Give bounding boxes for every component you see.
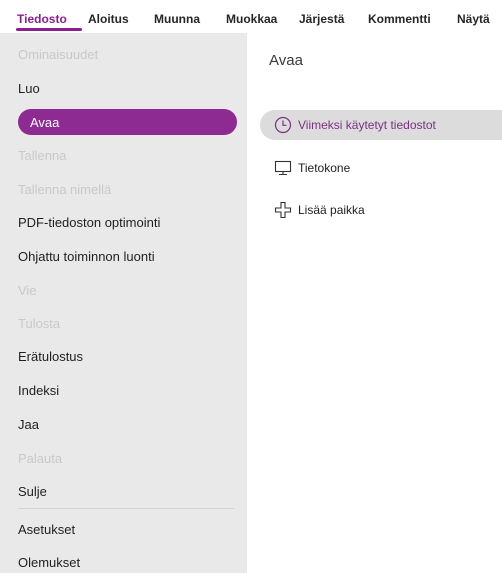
computer-icon bbox=[274, 159, 292, 177]
nav-item-avaa[interactable]: Avaa bbox=[18, 109, 237, 135]
nav-divider bbox=[18, 508, 234, 509]
nav-item-ominaisuudet: Ominaisuudet bbox=[18, 47, 99, 62]
place-add[interactable]: Lisää paikka bbox=[274, 199, 365, 221]
tab-tiedosto[interactable]: Tiedosto bbox=[17, 12, 67, 26]
tab-aloitus[interactable]: Aloitus bbox=[88, 12, 129, 26]
nav-item-olemukset[interactable]: Olemukset bbox=[18, 555, 80, 570]
clock-icon bbox=[274, 116, 292, 134]
nav-item-pdf-optimointi[interactable]: PDF-tiedoston optimointi bbox=[18, 215, 160, 230]
nav-item-tallenna: Tallenna bbox=[18, 148, 67, 163]
tab-kommentti[interactable]: Kommentti bbox=[368, 12, 431, 26]
nav-item-label: Avaa bbox=[30, 115, 60, 130]
nav-item-sulje[interactable]: Sulje bbox=[18, 484, 47, 499]
place-recent-files[interactable]: Viimeksi käytetyt tiedostot bbox=[274, 114, 436, 136]
active-tab-indicator bbox=[16, 28, 82, 31]
tab-muunna[interactable]: Muunna bbox=[154, 12, 200, 26]
nav-item-jaa[interactable]: Jaa bbox=[18, 417, 39, 432]
tab-nayta[interactable]: Näytä bbox=[457, 12, 490, 26]
nav-item-luo[interactable]: Luo bbox=[18, 81, 40, 96]
place-computer[interactable]: Tietokone bbox=[274, 157, 350, 179]
nav-item-ohjattu-toiminto[interactable]: Ohjattu toiminnon luonti bbox=[18, 249, 155, 264]
nav-item-palauta: Palauta bbox=[18, 451, 63, 466]
backstage-nav: Ominaisuudet Luo Avaa Tallenna Tallenna … bbox=[0, 33, 247, 573]
nav-item-asetukset[interactable]: Asetukset bbox=[18, 522, 75, 537]
place-label: Viimeksi käytetyt tiedostot bbox=[298, 118, 436, 132]
nav-item-vie: Vie bbox=[18, 283, 37, 298]
nav-item-eratulostus[interactable]: Erätulostus bbox=[18, 349, 83, 364]
place-label: Lisää paikka bbox=[298, 203, 365, 217]
tab-jarjesta[interactable]: Järjestä bbox=[299, 12, 344, 26]
nav-item-tulosta: Tulosta bbox=[18, 316, 61, 331]
add-place-icon bbox=[274, 201, 292, 219]
tab-muokkaa[interactable]: Muokkaa bbox=[226, 12, 277, 26]
nav-item-indeksi[interactable]: Indeksi bbox=[18, 383, 59, 398]
nav-item-tallenna-nimella: Tallenna nimellä bbox=[18, 182, 112, 197]
ribbon-tabs: Tiedosto Aloitus Muunna Muokkaa Järjestä… bbox=[0, 0, 502, 33]
page-title: Avaa bbox=[269, 52, 303, 69]
place-label: Tietokone bbox=[298, 161, 351, 175]
